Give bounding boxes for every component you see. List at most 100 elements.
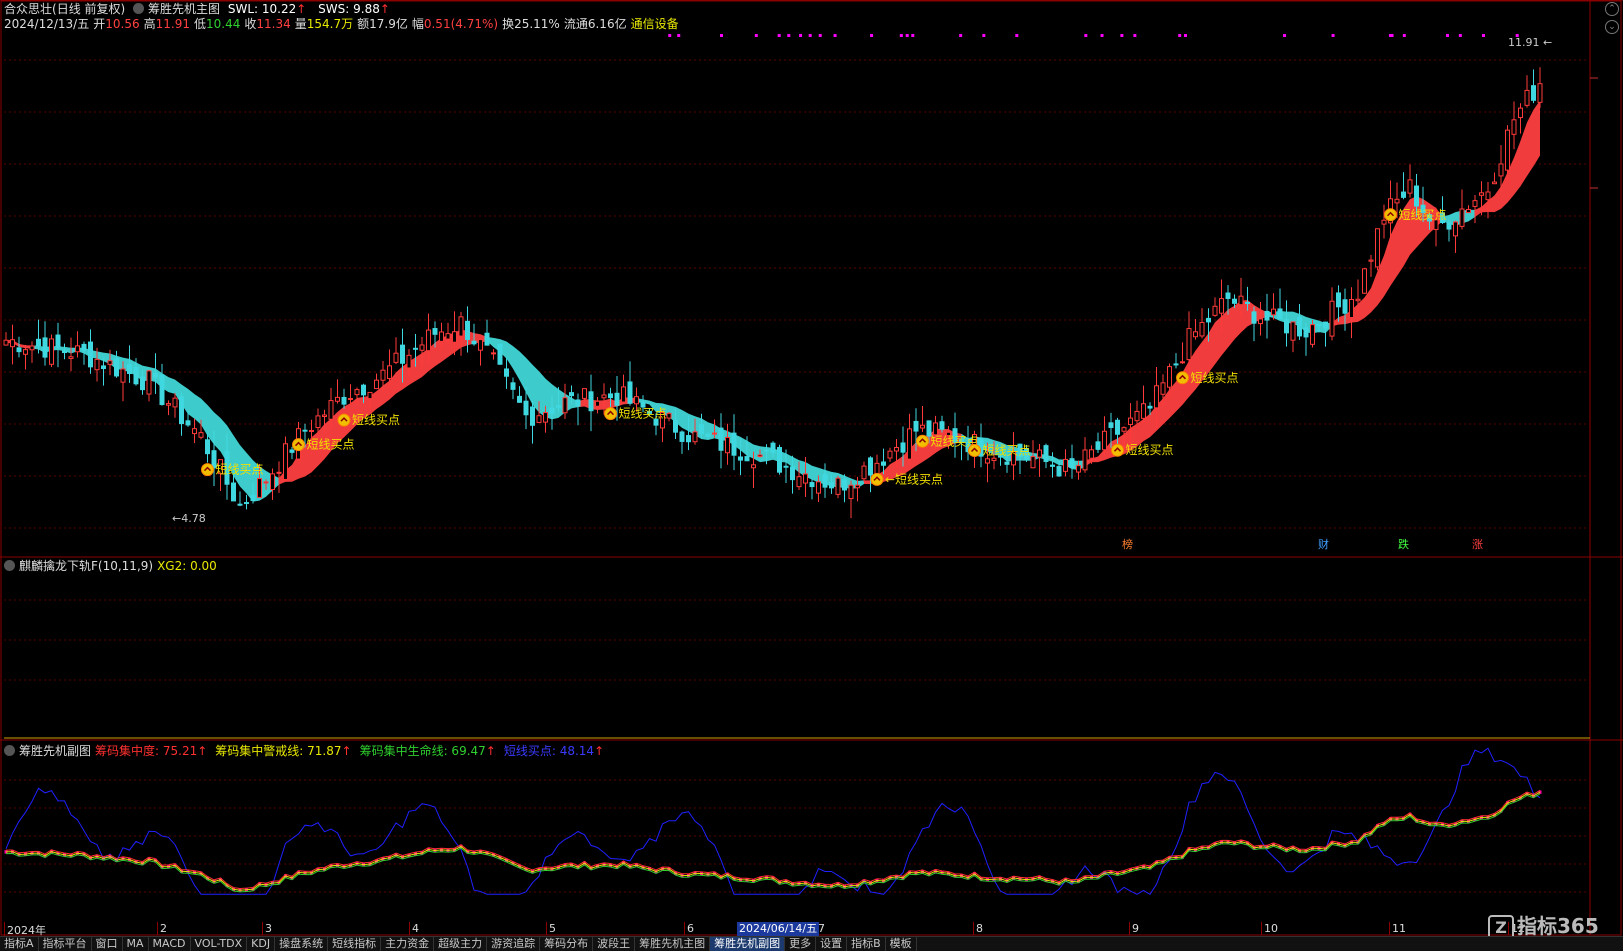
month-label: 3 — [262, 922, 272, 935]
bottom-tab[interactable]: KDJ — [247, 937, 276, 951]
event-badge: 跌 — [1398, 537, 1409, 551]
low-label: ←4.78 — [172, 512, 206, 525]
candle-body — [504, 368, 509, 377]
candle-body — [289, 449, 295, 453]
ribbon-segment — [1208, 322, 1215, 373]
settings-icon[interactable] — [4, 560, 15, 571]
bottom-tab[interactable]: 更多 — [785, 937, 817, 951]
ribbon-segment — [233, 435, 240, 487]
bottom-tab[interactable]: 波段王 — [593, 937, 636, 951]
candle-body — [770, 442, 776, 454]
candle-body — [127, 364, 132, 375]
candle-body — [101, 365, 106, 370]
candle-body — [1199, 321, 1205, 337]
candle-body — [257, 478, 262, 498]
candle-body — [1076, 465, 1081, 473]
buy-label: 短线买点 — [1191, 371, 1239, 385]
candle-body — [510, 382, 516, 390]
candle-body — [1108, 422, 1114, 428]
candle-body — [146, 370, 152, 395]
bottom-tab[interactable]: 游资追踪 — [487, 937, 541, 951]
candle-body — [920, 424, 925, 429]
candle-body — [465, 320, 470, 340]
candle-body — [1238, 295, 1244, 306]
buy-icon — [916, 434, 929, 448]
candle-body — [1180, 361, 1185, 364]
sub-chart-lines — [4, 747, 1542, 895]
warning-line — [5, 791, 1541, 891]
settings-icon[interactable] — [4, 745, 15, 756]
candle-body — [1479, 192, 1484, 196]
candle-body — [913, 420, 919, 432]
candle-body — [1121, 427, 1127, 432]
high-label: 11.91 ← — [1508, 36, 1552, 49]
month-label: 2 — [157, 922, 167, 935]
candle-body — [1173, 363, 1179, 366]
candle-body — [933, 422, 938, 436]
ribbon-segment — [682, 409, 689, 432]
bottom-tab[interactable]: 指标B — [847, 937, 886, 951]
candle-body — [374, 379, 379, 390]
candle-body — [354, 389, 360, 396]
buy-icon — [337, 413, 351, 427]
ribbon-segment — [1475, 206, 1482, 218]
candle-body — [751, 464, 756, 469]
bottom-tab[interactable]: MACD — [149, 937, 191, 951]
buy-label: 短线买点 — [307, 438, 355, 452]
ribbon-segment — [168, 377, 175, 394]
candle-body — [270, 473, 275, 491]
candle-body — [276, 471, 282, 474]
bottom-tab[interactable]: MA — [123, 937, 149, 951]
bottom-tab[interactable]: 主力资金 — [381, 937, 435, 951]
panel3-title[interactable]: 筹胜先机副图 — [19, 744, 91, 758]
month-label: 4 — [409, 922, 419, 935]
chart-canvas[interactable]: 短线买点短线买点短线买点 短线买点←短线买点短线买点短线买点 短线买点短线买点短线买… — [0, 0, 1623, 936]
candle-body — [757, 454, 763, 457]
candle-body — [445, 333, 451, 340]
candle-body — [185, 420, 191, 426]
bottom-tab[interactable]: VOL-TDX — [191, 937, 248, 951]
candle-body — [94, 358, 100, 371]
bottom-tab[interactable]: 指标平台 — [39, 937, 92, 951]
candle-body — [1167, 366, 1172, 388]
candle-body — [855, 484, 860, 489]
candle-body — [1401, 191, 1406, 198]
candle-body — [1355, 298, 1361, 302]
bottom-tab[interactable]: 筹胜先机主图 — [635, 937, 711, 951]
bottom-tab[interactable]: 筹胜先机副图 — [710, 937, 786, 951]
bottom-tab[interactable]: 窗口 — [92, 937, 123, 951]
bottom-tab[interactable]: 设置 — [816, 937, 848, 951]
candle-body — [1394, 198, 1400, 204]
bottom-tab[interactable]: 操盘系统 — [275, 937, 329, 951]
candle-body — [1095, 441, 1101, 450]
bottom-tab[interactable]: 指标A — [0, 937, 39, 951]
bottom-tab[interactable]: 筹码分布 — [540, 937, 594, 951]
ribbon-segment — [422, 348, 429, 377]
buy-icon — [1384, 208, 1397, 222]
candle-body — [1453, 221, 1458, 237]
ribbon-segment — [532, 364, 539, 413]
panel2-title[interactable]: 麒麟擒龙下轨F(10,11,9) — [19, 559, 153, 573]
bottom-tab[interactable]: 短线指标 — [328, 937, 382, 951]
signal-dot — [677, 34, 681, 37]
month-label: 10 — [1261, 922, 1278, 935]
candle-body — [1089, 449, 1094, 459]
ribbon-segment — [207, 404, 214, 445]
month-label: 5 — [546, 922, 556, 935]
bottom-tab[interactable]: 模板 — [886, 937, 917, 951]
bottom-tab[interactable]: 超级主力 — [434, 937, 488, 951]
candle-body — [1375, 228, 1380, 268]
candle-body — [348, 398, 353, 401]
up-arrow-icon: ↑ — [485, 744, 496, 758]
candle-body — [62, 350, 67, 354]
ribbon-segment — [188, 388, 195, 419]
candle-body — [179, 396, 184, 425]
bottom-tab-bar: 指标A 指标平台 窗口 MA MACD VOL-TDX KDJ 操盘系统 短线指标 主力资金 超级主… — [0, 936, 1623, 951]
buy-icon — [292, 438, 305, 452]
candle-body — [803, 473, 808, 484]
candle-body — [523, 400, 529, 416]
candle-body — [887, 450, 893, 459]
candle-body — [471, 340, 477, 345]
concentration-line — [5, 789, 1541, 890]
ribbon-segment — [708, 422, 715, 441]
